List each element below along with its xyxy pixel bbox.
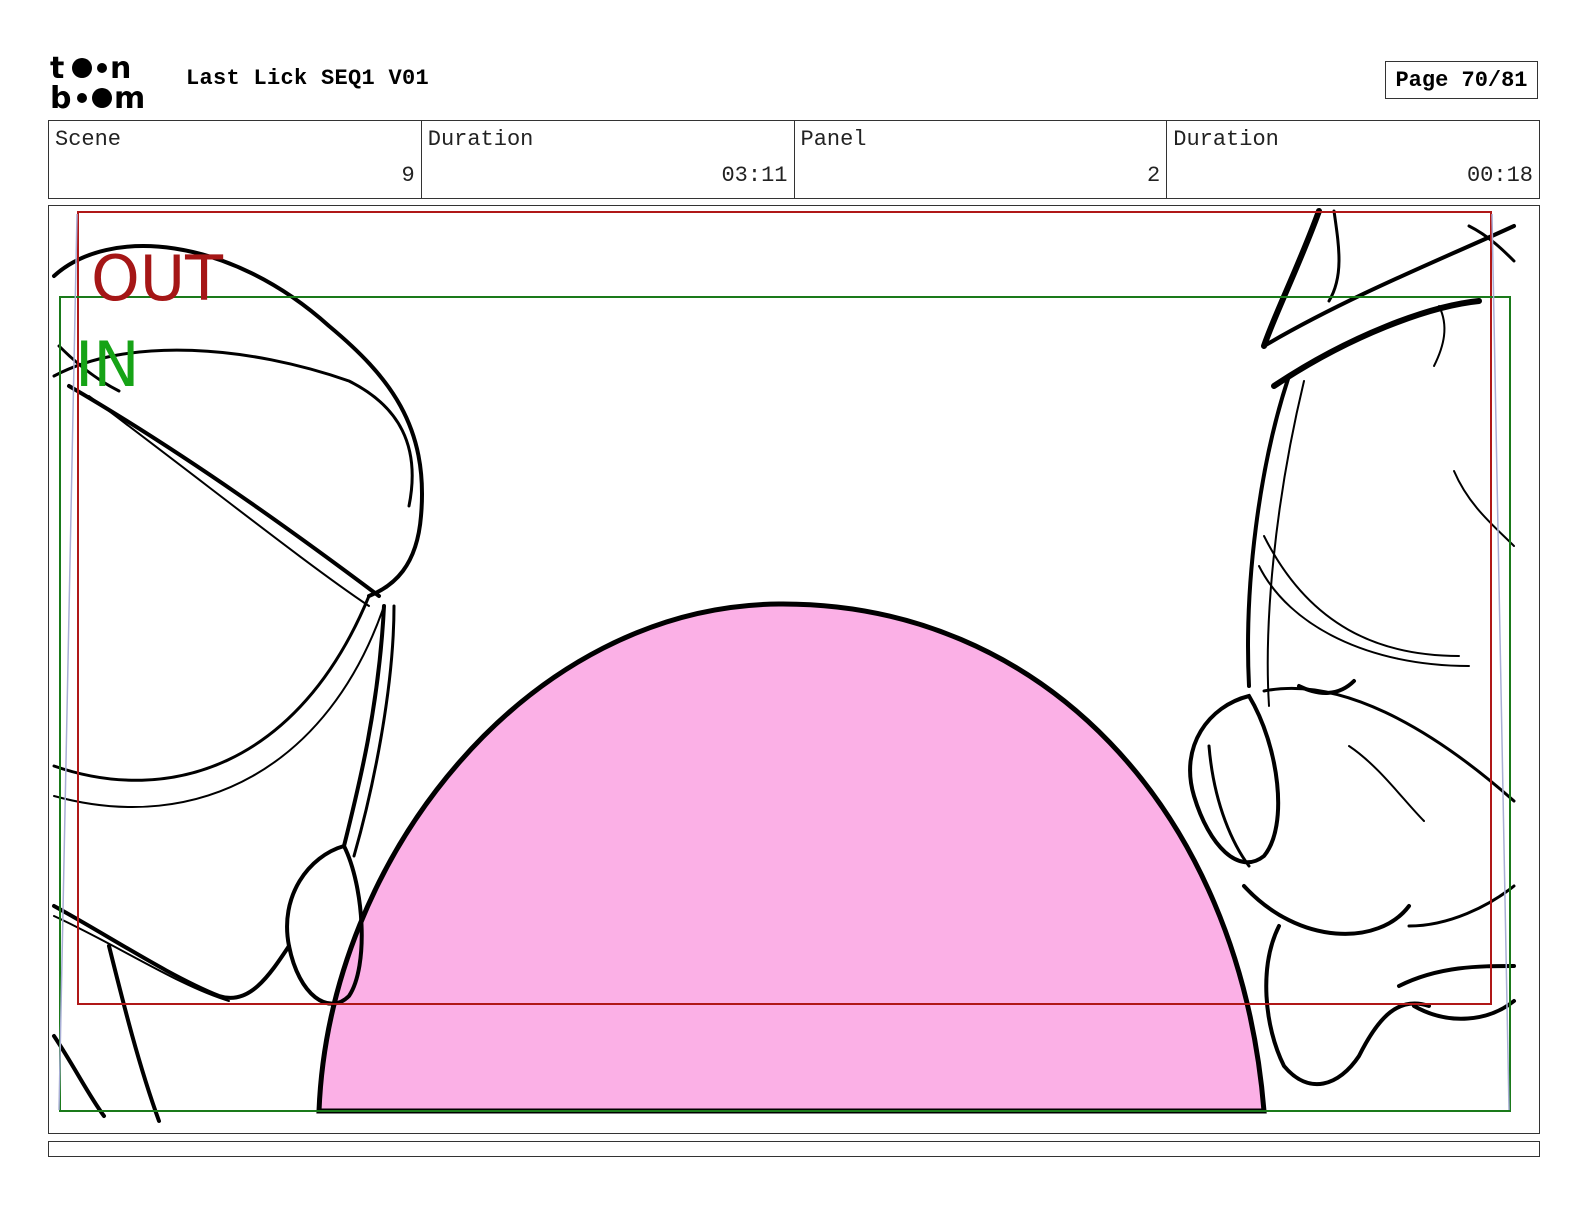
scene-duration-value: 03:11 (721, 163, 788, 188)
out-label: OUT (91, 242, 224, 315)
scene-cell: Scene 9 (49, 121, 422, 198)
pink-dome (316, 601, 1267, 1114)
document-title: Last Lick SEQ1 V01 (186, 66, 430, 91)
page-indicator: Page 70/81 (1385, 61, 1538, 99)
panel-cell: Panel 2 (795, 121, 1168, 198)
scene-value: 9 (401, 163, 415, 188)
scene-info-table: Scene 9 Duration 03:11 Panel 2 Duration … (48, 120, 1540, 199)
scene-duration-label: Duration (427, 127, 534, 152)
storyboard-panel: OUT IN (48, 205, 1540, 1134)
panel-duration-cell: Duration 00:18 (1167, 121, 1539, 198)
in-label: IN (75, 328, 140, 401)
svg-text:m: m (114, 81, 145, 112)
caption-box (48, 1141, 1540, 1157)
right-character-sketch (1188, 208, 1516, 1086)
toon-boom-logo: t n b m (50, 51, 145, 112)
panel-duration-value: 00:18 (1466, 163, 1533, 188)
panel-value: 2 (1147, 163, 1161, 188)
panel-duration-label: Duration (1173, 127, 1279, 152)
scene-duration-cell: Duration 03:11 (422, 121, 795, 198)
scene-label: Scene (55, 127, 122, 152)
panel-label: Panel (800, 127, 867, 152)
panel-drawing: OUT IN (52, 208, 1516, 1123)
svg-text:b: b (50, 81, 71, 112)
